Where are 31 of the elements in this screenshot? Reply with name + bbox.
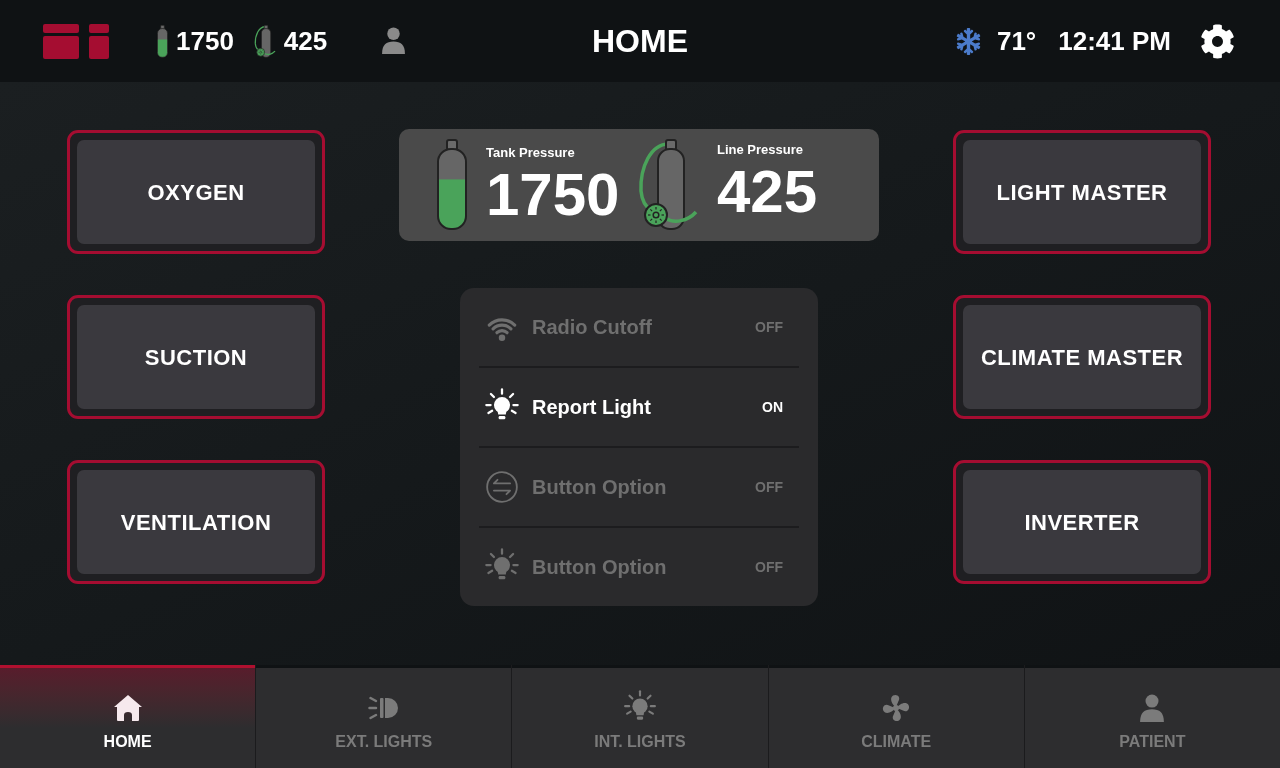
line-reading: 425: [283, 28, 328, 54]
function-button[interactable]: LIGHT MASTER: [953, 130, 1211, 254]
nav-tab[interactable]: HOME: [0, 665, 256, 768]
home-icon: [112, 694, 143, 722]
snowflake-icon: [954, 27, 982, 55]
function-button[interactable]: INVERTER: [953, 460, 1211, 584]
fan-icon: [881, 693, 912, 723]
settings-icon: [1200, 23, 1235, 59]
tank-pressure-label: Tank Pressure: [486, 145, 576, 159]
temperature-reading: 71°: [996, 28, 1037, 54]
flag-logo-icon: [43, 23, 109, 59]
clock-time: 12:41 PM: [1058, 28, 1171, 54]
gas-tank-icon: [436, 139, 468, 231]
tank-with-hose-icon: [253, 24, 276, 58]
function-button[interactable]: CLIMATE MASTER: [953, 295, 1211, 419]
function-button[interactable]: OXYGEN: [67, 130, 325, 254]
headlight-icon: [367, 694, 400, 722]
function-button[interactable]: SUCTION: [67, 295, 325, 419]
tank-with-hose-icon: [638, 139, 698, 231]
toggle-option[interactable]: Report Light ON: [460, 368, 818, 446]
screen-title: HOME: [592, 25, 688, 57]
line-pressure-value: 425: [717, 161, 818, 222]
person-icon: [1139, 693, 1166, 723]
tank-pressure-value: 1750: [486, 164, 621, 225]
function-button[interactable]: VENTILATION: [67, 460, 325, 584]
tank-reading: 1750: [176, 28, 234, 54]
swap-arrows-icon: [484, 469, 520, 505]
gas-tank-icon: [156, 24, 169, 58]
user-icon: [381, 27, 407, 55]
line-pressure-label: Line Pressure: [717, 142, 804, 156]
settings-button[interactable]: [1200, 23, 1235, 59]
